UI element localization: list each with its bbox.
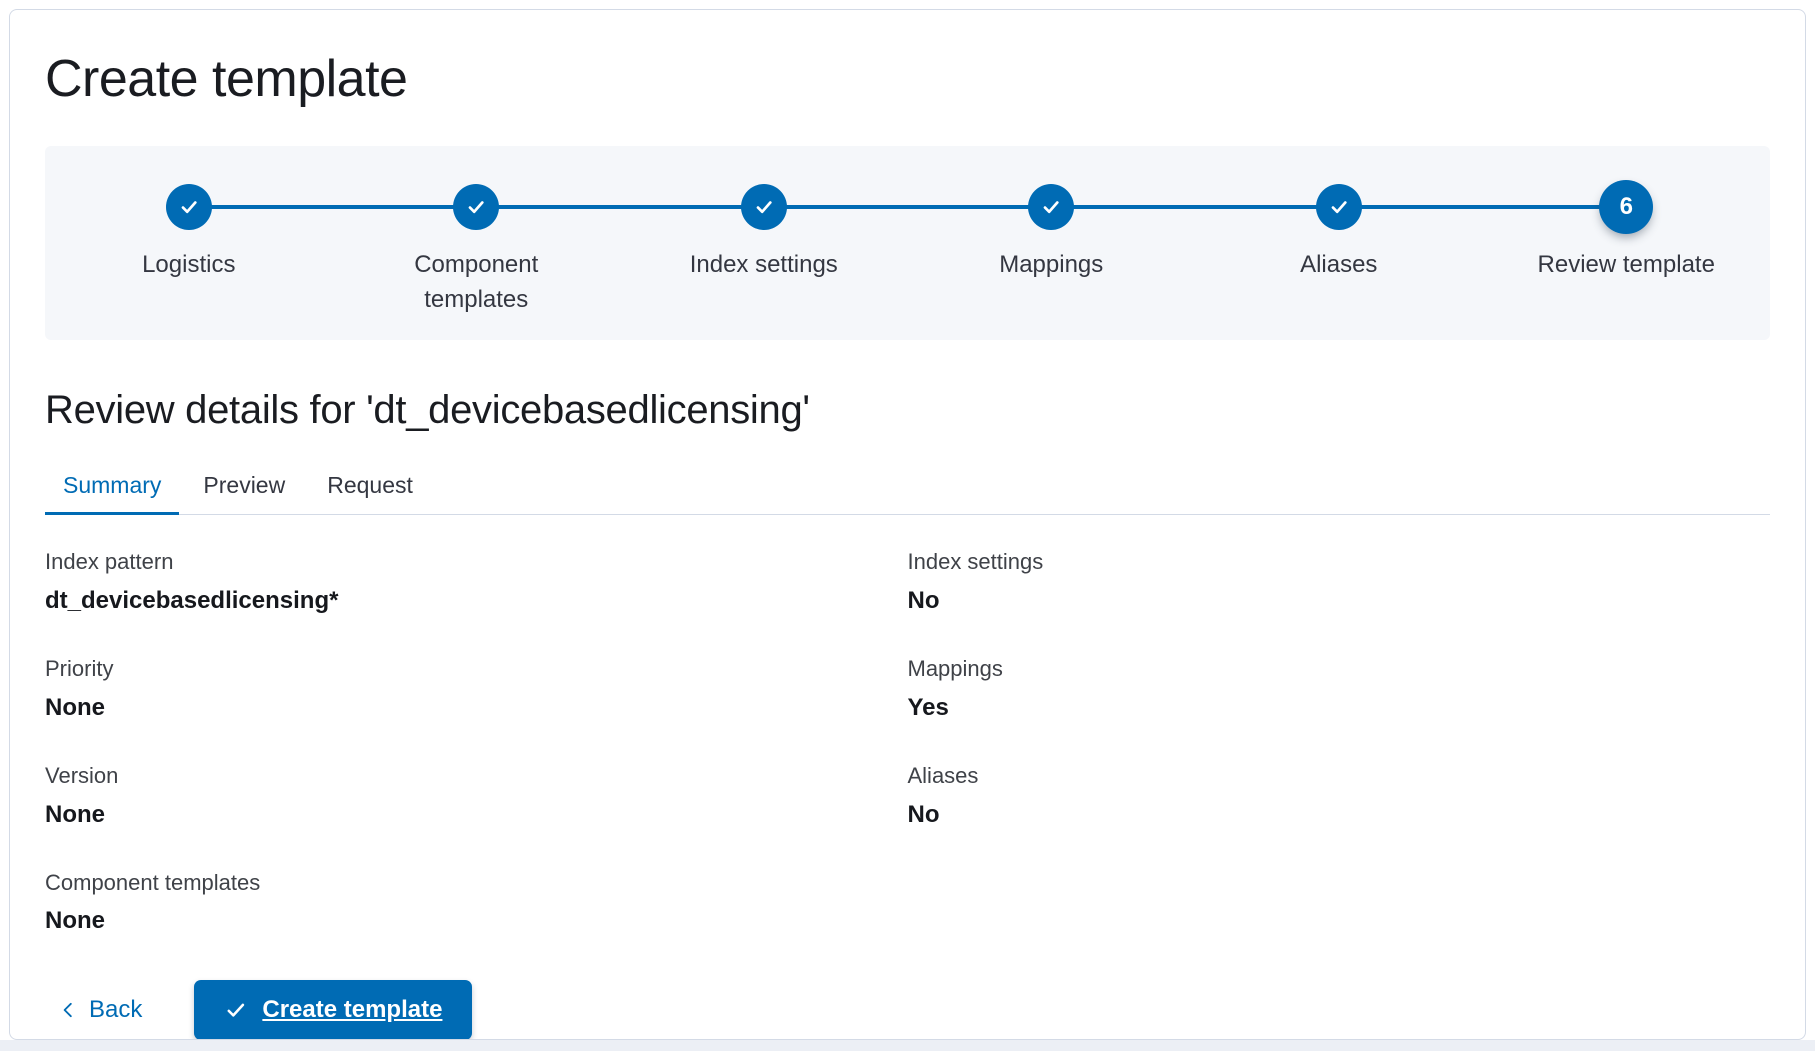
summary-item-index-settings: Index settings No [908,548,1771,616]
review-tabs: SummaryPreviewRequest [45,472,1770,515]
summary-item-value: No [908,585,1771,616]
step-logistics[interactable]: Logistics [45,184,333,340]
review-heading: Review details for 'dt_devicebasedlicens… [45,386,1770,434]
step-label: Component templates [366,248,586,318]
summary-item-version: Version None [45,762,908,830]
footer-actions: Back Create template [45,980,1770,1040]
summary-description-list: Index pattern dt_devicebasedlicensing* Pri… [45,548,1770,975]
tab-preview[interactable]: Preview [185,472,303,514]
create-template-button-label: Create template [262,996,442,1024]
check-icon [1316,184,1362,230]
summary-item-label: Priority [45,655,908,684]
step-label: Aliases [1300,248,1377,283]
summary-item-value: None [45,905,908,936]
step-label: Logistics [142,248,235,283]
step-number: 6 [1599,180,1653,234]
summary-column-left: Index pattern dt_devicebasedlicensing* Pri… [45,548,908,975]
step-index-settings[interactable]: Index settings [620,184,908,340]
summary-item-priority: Priority None [45,655,908,723]
create-template-button[interactable]: Create template [194,980,472,1040]
summary-item-value: Yes [908,692,1771,723]
summary-item-index-pattern: Index pattern dt_devicebasedlicensing* [45,548,908,616]
step-mappings[interactable]: Mappings [908,184,1196,340]
summary-item-value: None [45,692,908,723]
summary-item-label: Mappings [908,655,1771,684]
step-review-template[interactable]: 6Review template [1483,184,1771,340]
tab-request[interactable]: Request [309,472,431,514]
check-icon [224,998,248,1022]
summary-item-value: dt_devicebasedlicensing* [45,585,908,616]
summary-column-right: Index settings No Mappings Yes Aliases No [908,548,1771,975]
page-title: Create template [45,48,1770,110]
back-button[interactable]: Back [45,996,156,1024]
step-label: Review template [1538,248,1715,283]
tab-summary[interactable]: Summary [45,472,179,514]
step-component-templates[interactable]: Component templates [333,184,621,340]
check-icon [453,184,499,230]
summary-item-label: Version [45,762,908,791]
wizard-stepper: Logistics Component templates Index settin… [45,146,1770,340]
summary-item-aliases: Aliases No [908,762,1771,830]
check-icon [166,184,212,230]
chevron-left-icon [59,1001,77,1019]
summary-item-label: Aliases [908,762,1771,791]
summary-item-mappings: Mappings Yes [908,655,1771,723]
step-aliases[interactable]: Aliases [1195,184,1483,340]
summary-item-component-templates: Component templates None [45,869,908,937]
check-icon [741,184,787,230]
check-icon [1028,184,1074,230]
summary-item-label: Index pattern [45,548,908,577]
back-button-label: Back [89,996,142,1024]
step-label: Mappings [999,248,1103,283]
create-template-panel: Create template Logistics Component templ… [9,9,1806,1040]
page-background-strip [0,1040,1815,1051]
step-label: Index settings [690,248,838,283]
summary-item-value: None [45,799,908,830]
summary-item-value: No [908,799,1771,830]
summary-item-label: Index settings [908,548,1771,577]
summary-item-label: Component templates [45,869,908,898]
